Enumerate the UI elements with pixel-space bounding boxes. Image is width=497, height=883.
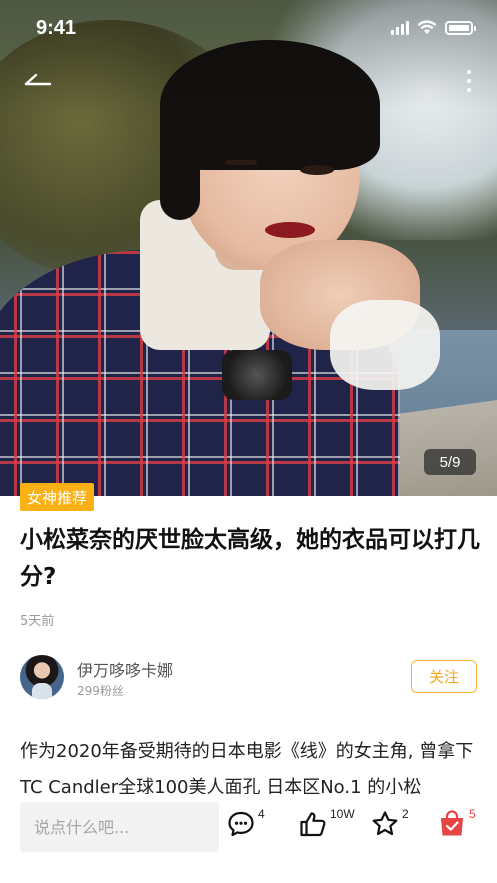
more-vertical-icon[interactable] [463, 70, 475, 96]
hero-photo[interactable] [0, 0, 497, 496]
favorite-button[interactable]: 2 [370, 807, 409, 843]
status-icons [391, 20, 476, 35]
comment-icon [228, 811, 254, 837]
battery-icon [445, 20, 476, 35]
comment-input[interactable] [20, 802, 219, 852]
status-time: 9:41 [36, 17, 77, 39]
avatar[interactable] [20, 655, 64, 699]
back-arrow-icon[interactable] [22, 66, 56, 94]
photo-eye-right [300, 165, 334, 175]
photo-lips [265, 222, 315, 238]
cellular-signal-icon [391, 20, 409, 35]
shop-button[interactable]: 5 [437, 807, 476, 843]
favorite-count: 2 [402, 807, 409, 821]
author-fans: 299粉丝 [77, 684, 124, 698]
shop-count: 5 [469, 807, 476, 821]
author-name[interactable]: 伊万哆哆卡娜 [77, 657, 173, 681]
photo-eye-left [225, 160, 257, 165]
article-body: 作为2020年备受期待的日本电影《线》的女主角, 曾拿下TC Candler全球… [20, 741, 474, 794]
like-button[interactable]: 10W [298, 807, 355, 843]
wifi-icon [417, 20, 437, 34]
shopping-bag-icon [441, 810, 463, 836]
photo-cuff [330, 300, 440, 390]
publish-time: 5天前 [20, 614, 55, 629]
category-tag[interactable]: 女神推荐 [20, 483, 95, 511]
author-row: 伊万哆哆卡娜 299粉丝 关注 [20, 655, 477, 699]
star-icon [372, 811, 398, 836]
photo-watch [222, 350, 292, 400]
follow-button[interactable]: 关注 [411, 660, 477, 693]
like-count: 10W [330, 807, 355, 821]
status-bar: 9:41 [0, 0, 497, 56]
bottom-action-bar: 4 10W 2 5 [0, 795, 497, 883]
comment-button[interactable]: 4 [226, 807, 265, 843]
comment-count: 4 [258, 807, 265, 821]
image-counter: 5/9 [424, 449, 476, 475]
thumbs-up-icon [300, 812, 326, 837]
article-title: 小松菜奈的厌世脸太高级，她的衣品可以打几分? [20, 527, 480, 590]
